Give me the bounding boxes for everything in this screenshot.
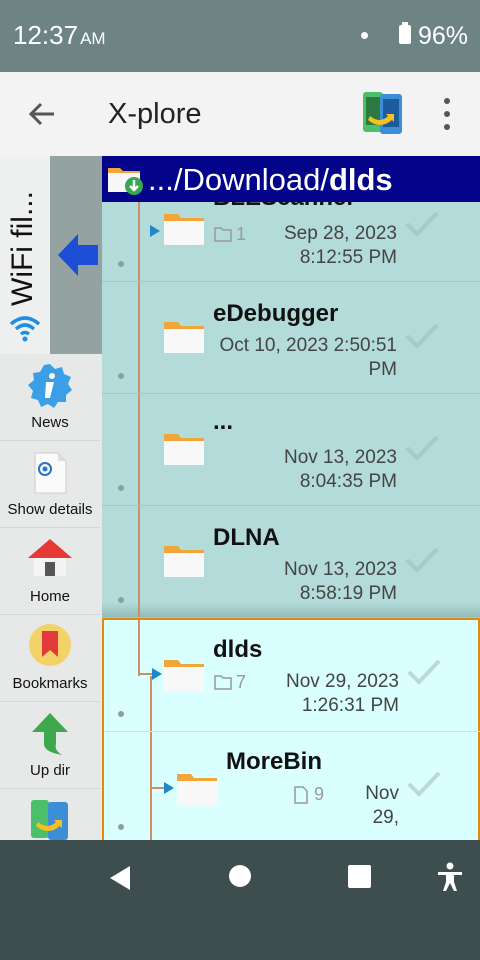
wifi-icon [9, 316, 41, 342]
check-icon[interactable] [404, 322, 440, 350]
app-title: X-plore [108, 98, 202, 130]
folder-icon [164, 546, 204, 577]
bullet [118, 597, 124, 603]
file-date: Nov 29, [365, 783, 399, 828]
file-date: Oct 10, 2023 2:50:51 PM [219, 335, 397, 380]
battery-icon [399, 22, 411, 44]
file-name: ... [213, 408, 234, 435]
item-count: 1 [236, 224, 247, 244]
file-name: eDebugger [213, 300, 339, 327]
sidebar-item-label: Show details [7, 501, 93, 518]
bullet [118, 824, 124, 830]
file-name: DLNA [213, 524, 280, 551]
info-icon [28, 364, 72, 408]
sidebar-item-label: Up dir [29, 762, 70, 779]
selected-folder-block: dlds 7 Nov 29, 2023 1:26:31 PM MoreBin 9 … [102, 618, 480, 842]
sidebar-item-up-dir[interactable]: Up dir [0, 702, 100, 789]
file-transfer-icon[interactable] [30, 798, 70, 840]
battery-percent: 96% [418, 22, 469, 50]
bullet [118, 261, 124, 267]
list-item[interactable]: MoreBin 9 Nov 29, [104, 732, 480, 844]
bullet [118, 373, 124, 379]
path-text: .../Download/dlds [148, 162, 393, 197]
file-name: dlds [213, 636, 263, 663]
check-icon[interactable] [406, 770, 442, 798]
sidebar: WiFi fil... News Show details Home Bookm… [0, 156, 102, 840]
details-icon [34, 452, 67, 494]
sidebar-item-show-details[interactable]: Show details [0, 441, 100, 528]
folder-icon [164, 214, 204, 245]
nav-recents-icon[interactable] [348, 865, 371, 888]
left-arrow-icon [58, 234, 98, 276]
wifi-label: WiFi fil... [6, 191, 39, 306]
check-icon[interactable] [404, 546, 440, 574]
folder-download-icon [108, 168, 143, 195]
sidebar-item-label: News [31, 414, 69, 431]
accessibility-icon[interactable] [436, 862, 464, 892]
folder-icon [164, 434, 204, 465]
wifi-tab[interactable]: WiFi fil... [0, 156, 50, 354]
path-breadcrumb[interactable]: .../Download/dlds [102, 156, 480, 202]
item-count: 9 [314, 784, 325, 804]
folder-icon [164, 660, 204, 691]
back-arrow-icon[interactable] [26, 98, 58, 130]
bookmark-icon [29, 624, 71, 666]
sidebar-item-label: Home [29, 588, 70, 605]
list-item-selected[interactable]: dlds 7 Nov 29, 2023 1:26:31 PM [104, 620, 480, 732]
list-item[interactable]: DLNA Nov 13, 2023 8:58:19 PM [102, 506, 480, 618]
nav-home-icon[interactable] [229, 865, 251, 887]
navigation-bar [0, 840, 480, 960]
folder-count-icon [214, 675, 232, 690]
sidebar-item-news[interactable]: News [0, 354, 100, 441]
nav-back-icon[interactable] [106, 864, 134, 892]
bullet [118, 711, 124, 717]
file-date: Nov 13, 2023 8:04:35 PM [283, 447, 397, 492]
status-bar: 12:37 AM 96% [0, 0, 480, 72]
list-item[interactable]: BLEScanner 1 Sep 28, 20238:12:55 PM [102, 202, 480, 282]
file-date: Nov 29, 2023 1:26:31 PM [285, 671, 399, 716]
overflow-menu-icon[interactable] [436, 96, 458, 132]
folder-icon [177, 774, 217, 805]
sidebar-item-home[interactable]: Home [0, 528, 100, 615]
home-icon [28, 539, 72, 576]
notification-dot-icon [361, 32, 368, 39]
check-icon[interactable] [404, 210, 440, 238]
file-name: BLEScanner [213, 202, 356, 212]
tree-arrow-icon [138, 668, 162, 680]
file-date: Nov 13, 2023 8:58:19 PM [283, 559, 397, 604]
item-count: 7 [236, 672, 247, 692]
list-item[interactable]: ... Nov 13, 2023 8:04:35 PM [102, 394, 480, 506]
status-time: 12:37 AM [13, 20, 106, 50]
sidebar-item-label: Bookmarks [12, 675, 88, 692]
folder-count-icon [214, 227, 232, 242]
file-name: MoreBin [226, 748, 322, 775]
check-icon[interactable] [404, 434, 440, 462]
up-arrow-icon [32, 713, 68, 755]
sidebar-item-bookmarks[interactable]: Bookmarks [0, 615, 100, 702]
check-icon[interactable] [406, 658, 442, 686]
tree-arrow-icon [150, 782, 174, 794]
expand-arrow-icon[interactable] [150, 225, 160, 237]
list-item[interactable]: eDebugger Oct 10, 2023 2:50:51 PM [102, 282, 480, 394]
file-date: Sep 28, 2023 8:12:55 PM [283, 223, 397, 268]
file-count-icon [294, 786, 308, 804]
bullet [118, 485, 124, 491]
folder-icon [164, 322, 204, 353]
wifi-file-sharing-panel[interactable]: WiFi fil... [0, 156, 102, 354]
app-bar: X-plore [0, 72, 480, 156]
file-transfer-icon[interactable] [360, 90, 406, 136]
